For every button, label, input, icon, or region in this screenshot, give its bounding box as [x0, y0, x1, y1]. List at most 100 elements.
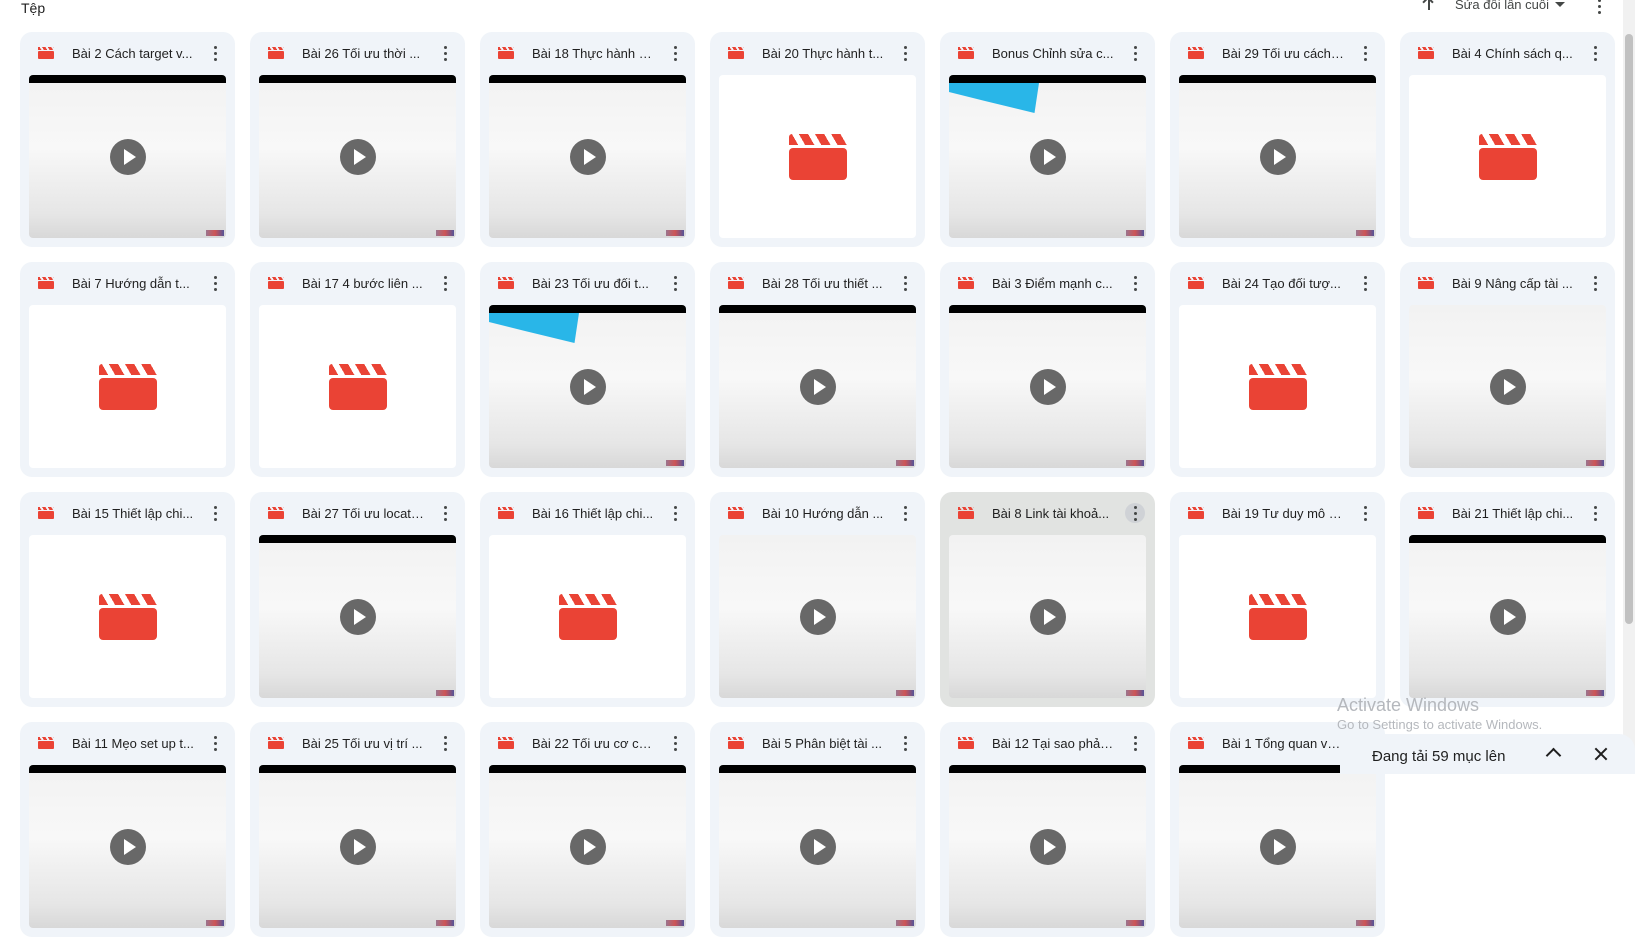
file-card[interactable]: Bài 25 Tối ưu vị trí ... — [250, 722, 465, 937]
upload-progress-panel[interactable]: Đang tải 59 mục lên — [1340, 734, 1635, 774]
file-card[interactable]: Bài 24 Tạo đối tượ... — [1170, 262, 1385, 477]
more-options-icon[interactable] — [895, 503, 915, 523]
play-icon[interactable] — [1029, 828, 1066, 865]
file-thumbnail[interactable] — [29, 765, 226, 928]
chevron-up-icon[interactable] — [1545, 747, 1562, 764]
file-card[interactable]: Bài 4 Chính sách q... — [1400, 32, 1615, 247]
file-thumbnail[interactable] — [949, 535, 1146, 698]
more-options-icon[interactable] — [435, 43, 455, 63]
play-icon[interactable] — [339, 138, 376, 175]
play-icon[interactable] — [1489, 368, 1526, 405]
more-options-icon[interactable] — [1585, 503, 1605, 523]
file-card[interactable]: Bài 16 Thiết lập chi... — [480, 492, 695, 707]
play-icon[interactable] — [339, 598, 376, 635]
more-options-icon[interactable] — [435, 273, 455, 293]
file-thumbnail[interactable] — [259, 75, 456, 238]
sort-by-dropdown[interactable]: Sửa đổi lần cuối — [1455, 0, 1565, 12]
file-card[interactable]: Bài 2 Cách target v... — [20, 32, 235, 247]
file-card[interactable]: Bài 29 Tối ưu cách ... — [1170, 32, 1385, 247]
file-card[interactable]: Bài 21 Thiết lập chi... — [1400, 492, 1615, 707]
more-options-icon[interactable] — [205, 273, 225, 293]
file-card[interactable]: Bài 12 Tại sao phải ... — [940, 722, 1155, 937]
more-options-icon[interactable] — [205, 503, 225, 523]
play-icon[interactable] — [569, 138, 606, 175]
more-options-icon[interactable] — [665, 43, 685, 63]
file-card[interactable]: Bonus Chỉnh sửa c... — [940, 32, 1155, 247]
file-thumbnail[interactable] — [489, 535, 686, 698]
file-card[interactable]: Bài 28 Tối ưu thiết ... — [710, 262, 925, 477]
file-card[interactable]: Bài 27 Tối ưu locati... — [250, 492, 465, 707]
file-card[interactable]: Bài 17 4 bước liên ... — [250, 262, 465, 477]
more-options-icon[interactable] — [205, 733, 225, 753]
file-thumbnail[interactable] — [1409, 535, 1606, 698]
file-card[interactable]: Bài 8 Link tài khoả... — [940, 492, 1155, 707]
file-thumbnail[interactable] — [1179, 305, 1376, 468]
file-card[interactable]: Bài 3 Điểm mạnh c... — [940, 262, 1155, 477]
file-card[interactable]: Bài 9 Nâng cấp tài ... — [1400, 262, 1615, 477]
file-card[interactable]: Bài 18 Thực hành li... — [480, 32, 695, 247]
scrollbar[interactable] — [1623, 0, 1635, 766]
play-icon[interactable] — [109, 138, 146, 175]
file-thumbnail[interactable] — [489, 75, 686, 238]
close-icon[interactable] — [1591, 744, 1611, 764]
file-thumbnail[interactable] — [719, 75, 916, 238]
file-thumbnail[interactable] — [1409, 75, 1606, 238]
play-icon[interactable] — [109, 828, 146, 865]
file-card[interactable]: Bài 10 Hướng dẫn ... — [710, 492, 925, 707]
play-icon[interactable] — [799, 368, 836, 405]
more-options-icon[interactable] — [205, 43, 225, 63]
more-options-icon[interactable] — [1125, 503, 1145, 523]
file-card[interactable]: Bài 26 Tối ưu thời ... — [250, 32, 465, 247]
more-options-icon[interactable] — [1355, 43, 1375, 63]
more-options-icon[interactable] — [1585, 43, 1605, 63]
more-options-icon[interactable] — [1355, 273, 1375, 293]
file-thumbnail[interactable] — [1179, 535, 1376, 698]
more-options-icon[interactable] — [1585, 273, 1605, 293]
play-icon[interactable] — [799, 828, 836, 865]
more-options-icon[interactable] — [895, 733, 915, 753]
file-thumbnail[interactable] — [719, 765, 916, 928]
file-thumbnail[interactable] — [1179, 75, 1376, 238]
more-options-icon[interactable] — [435, 733, 455, 753]
more-options-icon[interactable] — [665, 733, 685, 753]
play-icon[interactable] — [569, 368, 606, 405]
file-card[interactable]: Bài 20 Thực hành t... — [710, 32, 925, 247]
file-thumbnail[interactable] — [1409, 305, 1606, 468]
file-thumbnail[interactable] — [29, 535, 226, 698]
more-options-icon[interactable] — [895, 43, 915, 63]
file-thumbnail[interactable] — [949, 765, 1146, 928]
play-icon[interactable] — [1029, 598, 1066, 635]
file-thumbnail[interactable] — [29, 75, 226, 238]
file-thumbnail[interactable] — [949, 305, 1146, 468]
sort-direction-arrow-icon[interactable] — [1421, 0, 1437, 12]
more-options-icon[interactable] — [435, 503, 455, 523]
file-card[interactable]: Bài 5 Phân biệt tài ... — [710, 722, 925, 937]
file-card[interactable]: Bài 19 Tư duy mô h... — [1170, 492, 1385, 707]
play-icon[interactable] — [339, 828, 376, 865]
file-thumbnail[interactable] — [29, 305, 226, 468]
file-card[interactable]: Bài 23 Tối ưu đối t... — [480, 262, 695, 477]
file-card[interactable]: Bài 7 Hướng dẫn t... — [20, 262, 235, 477]
file-thumbnail[interactable] — [719, 305, 916, 468]
file-card[interactable]: Bài 22 Tối ưu cơ cấ... — [480, 722, 695, 937]
more-options-icon[interactable] — [1355, 503, 1375, 523]
play-icon[interactable] — [1029, 138, 1066, 175]
more-options-icon[interactable] — [1125, 43, 1145, 63]
file-thumbnail[interactable] — [1179, 765, 1376, 928]
file-thumbnail[interactable] — [259, 305, 456, 468]
file-card[interactable]: Bài 11 Mẹo set up t... — [20, 722, 235, 937]
more-options-icon[interactable] — [1125, 273, 1145, 293]
play-icon[interactable] — [1029, 368, 1066, 405]
file-thumbnail[interactable] — [259, 535, 456, 698]
play-icon[interactable] — [569, 828, 606, 865]
file-thumbnail[interactable] — [489, 765, 686, 928]
more-options-icon[interactable] — [665, 273, 685, 293]
more-options-icon[interactable] — [1125, 733, 1145, 753]
more-options-icon[interactable] — [895, 273, 915, 293]
play-icon[interactable] — [1259, 828, 1296, 865]
file-thumbnail[interactable] — [719, 535, 916, 698]
scrollbar-thumb[interactable] — [1625, 34, 1633, 624]
file-thumbnail[interactable] — [489, 305, 686, 468]
play-icon[interactable] — [1259, 138, 1296, 175]
more-options-icon[interactable] — [665, 503, 685, 523]
